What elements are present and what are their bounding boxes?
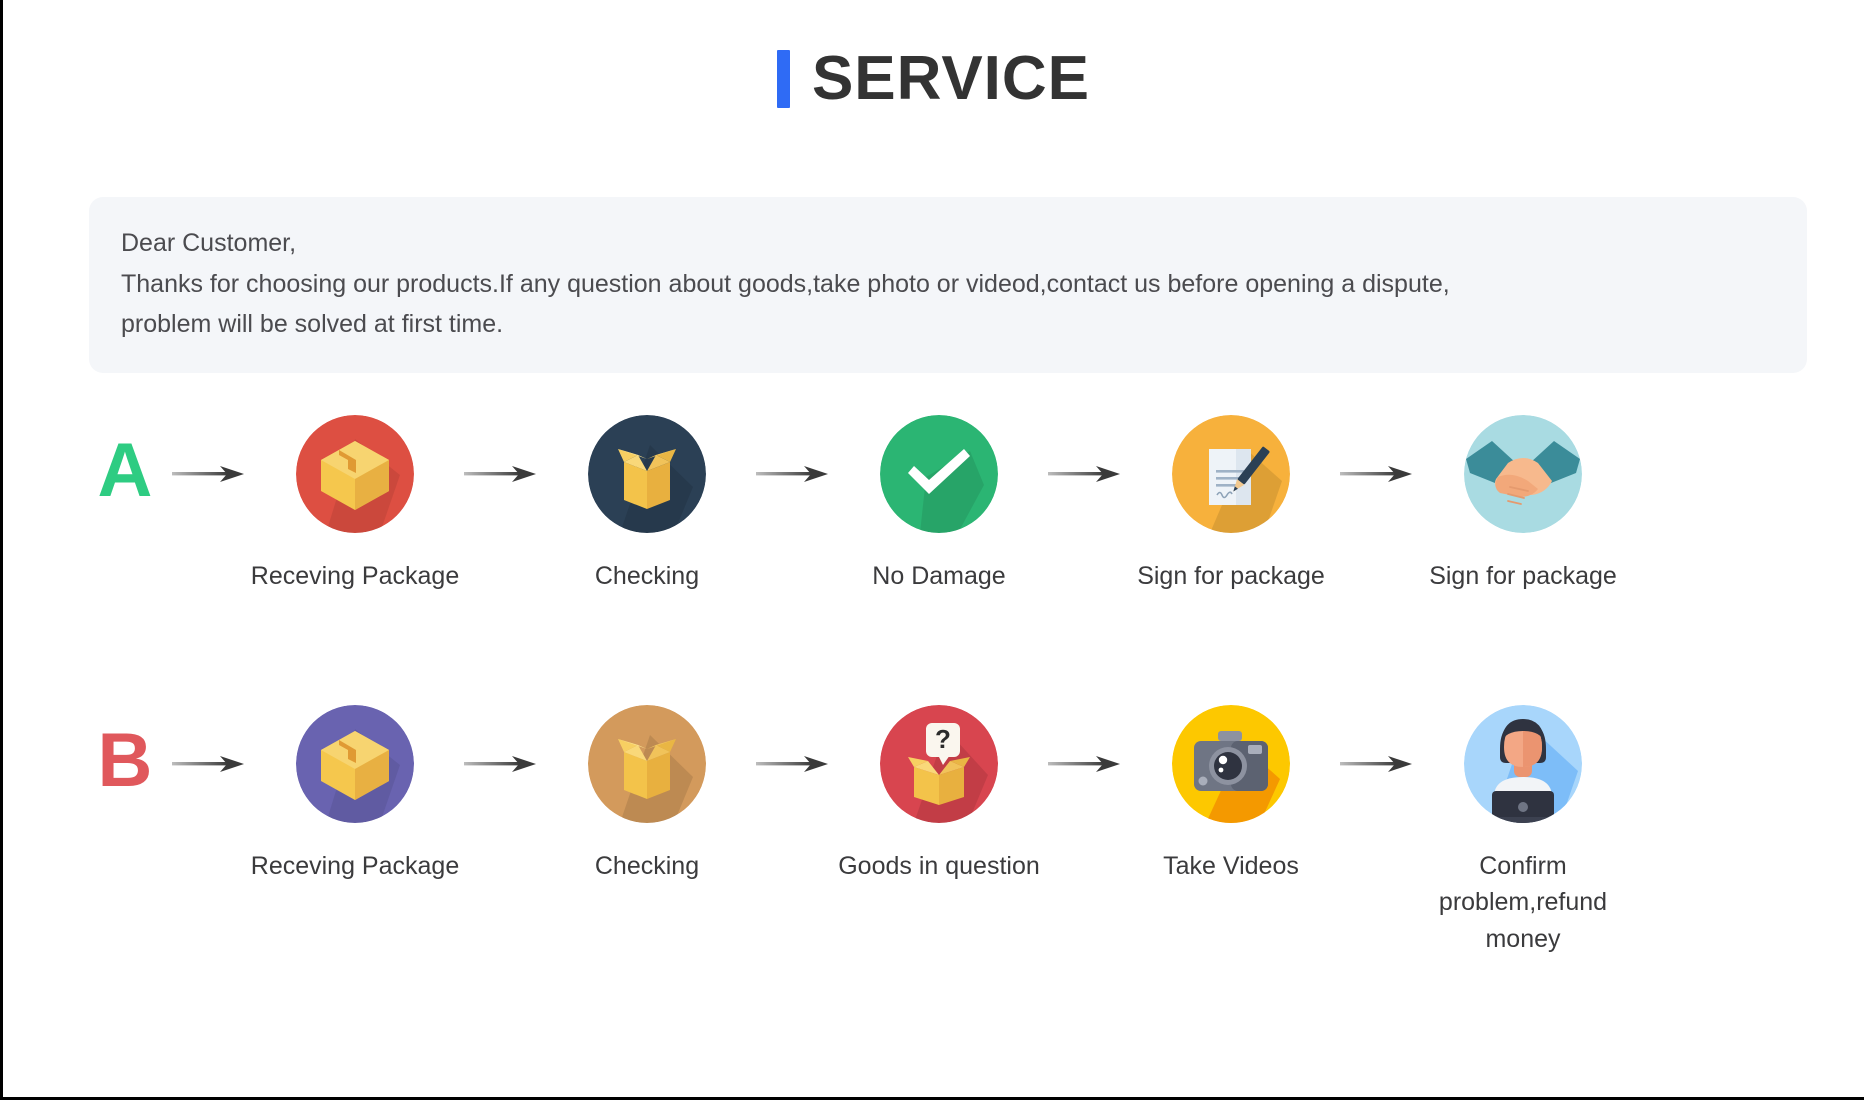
flow-step-label: No Damage: [872, 562, 1006, 590]
open-box-icon: [588, 415, 706, 533]
support-person-icon: [1464, 705, 1582, 823]
flow-letter-a: A: [97, 428, 153, 513]
open-box-icon: [588, 705, 706, 823]
notice-line-1: Dear Customer,: [121, 229, 297, 257]
notice-line-3: problem will be solved at first time.: [121, 310, 504, 338]
flow-row-b: B Receving Package Checking ? Goods in q…: [89, 705, 1829, 957]
flow-step: Checking: [549, 705, 745, 884]
arrow-right-icon: [745, 705, 841, 823]
arrow-right-icon: [453, 705, 549, 823]
sealed-package-icon: [296, 415, 414, 533]
arrow-right-icon: [1329, 415, 1425, 533]
document-pen-icon: [1172, 415, 1290, 533]
flow-step-label: Sign for package: [1137, 562, 1325, 590]
question-box-icon: ?: [880, 705, 998, 823]
sealed-package-icon: [296, 705, 414, 823]
flow-step: No Damage: [841, 415, 1037, 594]
flow-step-label: Checking: [594, 852, 700, 880]
customer-notice-box: Dear Customer, Thanks for choosing our p…: [89, 197, 1807, 373]
title-accent-bar: [776, 50, 790, 108]
flow-step: Sign for package: [1425, 415, 1621, 594]
svg-text:?: ?: [935, 724, 951, 754]
flow-step: Receving Package: [251, 705, 459, 884]
arrow-right-icon: [161, 705, 257, 823]
flow-step-label: Confirm problem,refund money: [1438, 852, 1608, 953]
page-title: SERVICE: [3, 0, 1864, 112]
flow-step: Receving Package: [251, 415, 459, 594]
flow-step-label: Receving Package: [250, 562, 460, 590]
arrow-right-icon: [453, 415, 549, 533]
flow-step: ? Goods in question: [838, 705, 1040, 884]
arrow-right-icon: [161, 415, 257, 533]
flow-step-label: Goods in question: [838, 852, 1040, 880]
flow-step: Checking: [549, 415, 745, 594]
camera-icon: [1172, 705, 1290, 823]
flow-step-label: Sign for package: [1429, 562, 1617, 590]
flow-step-label: Receving Package: [250, 852, 460, 880]
notice-line-2: Thanks for choosing our products.If any …: [121, 269, 1450, 298]
flow-step-label: Checking: [594, 562, 700, 590]
flow-row-a: A Receving Package Checking No Damage Si…: [89, 415, 1829, 594]
check-mark-icon: [880, 415, 998, 533]
flow-step: Confirm problem,refund money: [1425, 705, 1621, 957]
arrow-right-icon: [1329, 705, 1425, 823]
flow-letter-b: B: [97, 718, 153, 803]
flow-step: Sign for package: [1133, 415, 1329, 594]
arrow-right-icon: [1037, 705, 1133, 823]
arrow-right-icon: [1037, 415, 1133, 533]
page-title-text: SERVICE: [811, 44, 1091, 113]
arrow-right-icon: [745, 415, 841, 533]
flow-step-label: Take Videos: [1163, 852, 1299, 880]
flow-step: Take Videos: [1133, 705, 1329, 884]
service-page: SERVICE Dear Customer, Thanks for choosi…: [0, 0, 1864, 1100]
handshake-icon: [1464, 415, 1582, 533]
